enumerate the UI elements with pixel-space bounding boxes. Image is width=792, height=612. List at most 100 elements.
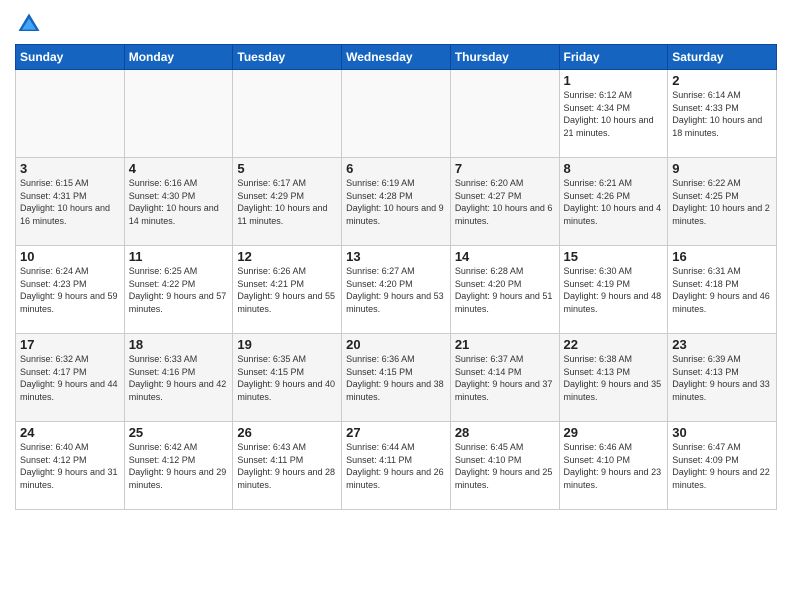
day-cell: 8Sunrise: 6:21 AM Sunset: 4:26 PM Daylig… (559, 158, 668, 246)
calendar-body: 1Sunrise: 6:12 AM Sunset: 4:34 PM Daylig… (16, 70, 777, 510)
day-cell: 3Sunrise: 6:15 AM Sunset: 4:31 PM Daylig… (16, 158, 125, 246)
day-cell: 28Sunrise: 6:45 AM Sunset: 4:10 PM Dayli… (450, 422, 559, 510)
logo-icon (15, 10, 43, 38)
weekday-friday: Friday (559, 45, 668, 70)
day-cell: 19Sunrise: 6:35 AM Sunset: 4:15 PM Dayli… (233, 334, 342, 422)
day-cell: 20Sunrise: 6:36 AM Sunset: 4:15 PM Dayli… (342, 334, 451, 422)
weekday-tuesday: Tuesday (233, 45, 342, 70)
day-cell: 2Sunrise: 6:14 AM Sunset: 4:33 PM Daylig… (668, 70, 777, 158)
day-info: Sunrise: 6:31 AM Sunset: 4:18 PM Dayligh… (672, 265, 772, 315)
day-number: 28 (455, 425, 555, 440)
day-info: Sunrise: 6:14 AM Sunset: 4:33 PM Dayligh… (672, 89, 772, 139)
day-number: 24 (20, 425, 120, 440)
day-cell: 18Sunrise: 6:33 AM Sunset: 4:16 PM Dayli… (124, 334, 233, 422)
day-info: Sunrise: 6:45 AM Sunset: 4:10 PM Dayligh… (455, 441, 555, 491)
header (15, 10, 777, 38)
day-number: 10 (20, 249, 120, 264)
day-info: Sunrise: 6:28 AM Sunset: 4:20 PM Dayligh… (455, 265, 555, 315)
day-number: 19 (237, 337, 337, 352)
day-cell: 26Sunrise: 6:43 AM Sunset: 4:11 PM Dayli… (233, 422, 342, 510)
week-row-0: 1Sunrise: 6:12 AM Sunset: 4:34 PM Daylig… (16, 70, 777, 158)
day-number: 1 (564, 73, 664, 88)
day-info: Sunrise: 6:36 AM Sunset: 4:15 PM Dayligh… (346, 353, 446, 403)
day-cell (450, 70, 559, 158)
day-cell: 21Sunrise: 6:37 AM Sunset: 4:14 PM Dayli… (450, 334, 559, 422)
day-cell: 4Sunrise: 6:16 AM Sunset: 4:30 PM Daylig… (124, 158, 233, 246)
day-info: Sunrise: 6:25 AM Sunset: 4:22 PM Dayligh… (129, 265, 229, 315)
day-number: 22 (564, 337, 664, 352)
day-cell (342, 70, 451, 158)
weekday-saturday: Saturday (668, 45, 777, 70)
day-info: Sunrise: 6:35 AM Sunset: 4:15 PM Dayligh… (237, 353, 337, 403)
day-info: Sunrise: 6:43 AM Sunset: 4:11 PM Dayligh… (237, 441, 337, 491)
weekday-header: SundayMondayTuesdayWednesdayThursdayFrid… (16, 45, 777, 70)
day-cell: 15Sunrise: 6:30 AM Sunset: 4:19 PM Dayli… (559, 246, 668, 334)
day-cell: 29Sunrise: 6:46 AM Sunset: 4:10 PM Dayli… (559, 422, 668, 510)
day-info: Sunrise: 6:37 AM Sunset: 4:14 PM Dayligh… (455, 353, 555, 403)
day-info: Sunrise: 6:42 AM Sunset: 4:12 PM Dayligh… (129, 441, 229, 491)
day-cell: 23Sunrise: 6:39 AM Sunset: 4:13 PM Dayli… (668, 334, 777, 422)
day-number: 5 (237, 161, 337, 176)
day-info: Sunrise: 6:22 AM Sunset: 4:25 PM Dayligh… (672, 177, 772, 227)
week-row-1: 3Sunrise: 6:15 AM Sunset: 4:31 PM Daylig… (16, 158, 777, 246)
day-info: Sunrise: 6:17 AM Sunset: 4:29 PM Dayligh… (237, 177, 337, 227)
day-number: 7 (455, 161, 555, 176)
day-cell (233, 70, 342, 158)
day-cell: 13Sunrise: 6:27 AM Sunset: 4:20 PM Dayli… (342, 246, 451, 334)
day-number: 13 (346, 249, 446, 264)
day-cell: 12Sunrise: 6:26 AM Sunset: 4:21 PM Dayli… (233, 246, 342, 334)
day-info: Sunrise: 6:33 AM Sunset: 4:16 PM Dayligh… (129, 353, 229, 403)
day-info: Sunrise: 6:26 AM Sunset: 4:21 PM Dayligh… (237, 265, 337, 315)
day-number: 6 (346, 161, 446, 176)
day-cell: 16Sunrise: 6:31 AM Sunset: 4:18 PM Dayli… (668, 246, 777, 334)
day-cell: 24Sunrise: 6:40 AM Sunset: 4:12 PM Dayli… (16, 422, 125, 510)
day-cell (124, 70, 233, 158)
day-cell: 7Sunrise: 6:20 AM Sunset: 4:27 PM Daylig… (450, 158, 559, 246)
day-info: Sunrise: 6:38 AM Sunset: 4:13 PM Dayligh… (564, 353, 664, 403)
day-number: 27 (346, 425, 446, 440)
week-row-2: 10Sunrise: 6:24 AM Sunset: 4:23 PM Dayli… (16, 246, 777, 334)
day-cell: 27Sunrise: 6:44 AM Sunset: 4:11 PM Dayli… (342, 422, 451, 510)
day-cell (16, 70, 125, 158)
day-info: Sunrise: 6:20 AM Sunset: 4:27 PM Dayligh… (455, 177, 555, 227)
day-info: Sunrise: 6:15 AM Sunset: 4:31 PM Dayligh… (20, 177, 120, 227)
day-info: Sunrise: 6:47 AM Sunset: 4:09 PM Dayligh… (672, 441, 772, 491)
day-number: 8 (564, 161, 664, 176)
weekday-thursday: Thursday (450, 45, 559, 70)
day-number: 12 (237, 249, 337, 264)
week-row-4: 24Sunrise: 6:40 AM Sunset: 4:12 PM Dayli… (16, 422, 777, 510)
day-number: 3 (20, 161, 120, 176)
day-cell: 10Sunrise: 6:24 AM Sunset: 4:23 PM Dayli… (16, 246, 125, 334)
day-cell: 9Sunrise: 6:22 AM Sunset: 4:25 PM Daylig… (668, 158, 777, 246)
day-info: Sunrise: 6:16 AM Sunset: 4:30 PM Dayligh… (129, 177, 229, 227)
day-info: Sunrise: 6:30 AM Sunset: 4:19 PM Dayligh… (564, 265, 664, 315)
day-info: Sunrise: 6:44 AM Sunset: 4:11 PM Dayligh… (346, 441, 446, 491)
day-info: Sunrise: 6:24 AM Sunset: 4:23 PM Dayligh… (20, 265, 120, 315)
day-number: 21 (455, 337, 555, 352)
day-info: Sunrise: 6:19 AM Sunset: 4:28 PM Dayligh… (346, 177, 446, 227)
day-number: 20 (346, 337, 446, 352)
day-info: Sunrise: 6:27 AM Sunset: 4:20 PM Dayligh… (346, 265, 446, 315)
day-info: Sunrise: 6:46 AM Sunset: 4:10 PM Dayligh… (564, 441, 664, 491)
day-number: 15 (564, 249, 664, 264)
day-number: 26 (237, 425, 337, 440)
day-number: 14 (455, 249, 555, 264)
day-cell: 14Sunrise: 6:28 AM Sunset: 4:20 PM Dayli… (450, 246, 559, 334)
weekday-sunday: Sunday (16, 45, 125, 70)
week-row-3: 17Sunrise: 6:32 AM Sunset: 4:17 PM Dayli… (16, 334, 777, 422)
day-number: 16 (672, 249, 772, 264)
day-number: 25 (129, 425, 229, 440)
weekday-monday: Monday (124, 45, 233, 70)
day-info: Sunrise: 6:21 AM Sunset: 4:26 PM Dayligh… (564, 177, 664, 227)
day-cell: 17Sunrise: 6:32 AM Sunset: 4:17 PM Dayli… (16, 334, 125, 422)
day-cell: 6Sunrise: 6:19 AM Sunset: 4:28 PM Daylig… (342, 158, 451, 246)
weekday-wednesday: Wednesday (342, 45, 451, 70)
day-cell: 5Sunrise: 6:17 AM Sunset: 4:29 PM Daylig… (233, 158, 342, 246)
day-number: 11 (129, 249, 229, 264)
day-number: 2 (672, 73, 772, 88)
day-number: 9 (672, 161, 772, 176)
page-container: SundayMondayTuesdayWednesdayThursdayFrid… (0, 0, 792, 515)
day-number: 30 (672, 425, 772, 440)
day-number: 17 (20, 337, 120, 352)
day-info: Sunrise: 6:32 AM Sunset: 4:17 PM Dayligh… (20, 353, 120, 403)
